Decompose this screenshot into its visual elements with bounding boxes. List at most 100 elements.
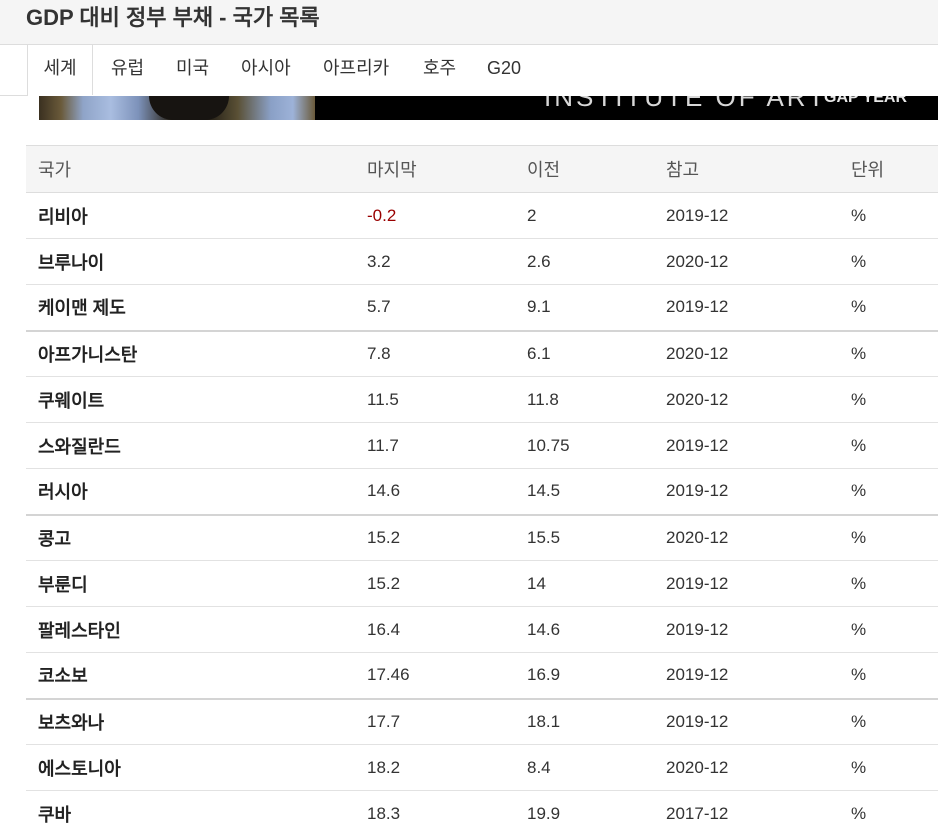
last-value: 17.46	[355, 652, 515, 699]
reference-date: 2019-12	[654, 284, 839, 331]
tab-australia[interactable]: 호주	[423, 45, 456, 95]
unit: %	[839, 606, 938, 653]
table-row: 코소보 17.46 16.9 2019-12 %	[26, 652, 938, 699]
last-value: 17.7	[355, 697, 515, 745]
country-link[interactable]: 에스토니아	[26, 744, 355, 791]
unit: %	[839, 284, 938, 331]
advertisement-banner[interactable]: INSTITUTE OF ART GAP YEAR	[39, 96, 938, 120]
country-link[interactable]: 리비아	[26, 192, 355, 239]
table-row: 팔레스타인 16.4 14.6 2019-12 %	[26, 606, 938, 653]
unit: %	[839, 468, 938, 515]
unit: %	[839, 422, 938, 469]
tab-world[interactable]: 세계	[28, 45, 93, 95]
previous-value: 14.5	[515, 468, 654, 515]
reference-date: 2020-12	[654, 376, 839, 423]
tab-g20[interactable]: G20	[487, 45, 521, 95]
last-value: 11.7	[355, 422, 515, 469]
reference-date: 2019-12	[654, 422, 839, 469]
previous-value: 15.5	[515, 513, 654, 561]
unit: %	[839, 744, 938, 791]
country-table: 국가 마지막 이전 참고 단위 리비아 -0.2 2 2019-12 % 브루나…	[26, 145, 938, 835]
last-value: 14.6	[355, 468, 515, 515]
unit: %	[839, 376, 938, 423]
tab-usa[interactable]: 미국	[176, 45, 209, 95]
reference-date: 2017-12	[654, 790, 839, 835]
country-link[interactable]: 보츠와나	[26, 697, 355, 745]
unit: %	[839, 697, 938, 745]
country-link[interactable]: 팔레스타인	[26, 606, 355, 653]
reference-date: 2019-12	[654, 192, 839, 239]
reference-date: 2019-12	[654, 697, 839, 745]
reference-date: 2019-12	[654, 652, 839, 699]
header-last[interactable]: 마지막	[355, 145, 515, 193]
banner-painting-image	[39, 96, 315, 120]
tab-europe[interactable]: 유럽	[111, 45, 144, 95]
last-value: 7.8	[355, 329, 515, 377]
unit: %	[839, 513, 938, 561]
table-row: 에스토니아 18.2 8.4 2020-12 %	[26, 744, 938, 791]
reference-date: 2020-12	[654, 513, 839, 561]
previous-value: 14.6	[515, 606, 654, 653]
table-row: 콩고 15.2 15.5 2020-12 %	[26, 513, 938, 561]
previous-value: 11.8	[515, 376, 654, 423]
header-country[interactable]: 국가	[26, 145, 355, 193]
previous-value: 8.4	[515, 744, 654, 791]
country-link[interactable]: 아프가니스탄	[26, 329, 355, 377]
previous-value: 9.1	[515, 284, 654, 331]
country-link[interactable]: 브루나이	[26, 238, 355, 285]
table-row: 케이맨 제도 5.7 9.1 2019-12 %	[26, 284, 938, 331]
table-row: 쿠웨이트 11.5 11.8 2020-12 %	[26, 376, 938, 423]
previous-value: 18.1	[515, 697, 654, 745]
previous-value: 16.9	[515, 652, 654, 699]
previous-value: 6.1	[515, 329, 654, 377]
reference-date: 2019-12	[654, 468, 839, 515]
country-link[interactable]: 콩고	[26, 513, 355, 561]
previous-value: 19.9	[515, 790, 654, 835]
tab-africa[interactable]: 아프리카	[323, 45, 389, 95]
country-link[interactable]: 코소보	[26, 652, 355, 699]
last-value: 18.2	[355, 744, 515, 791]
previous-value: 10.75	[515, 422, 654, 469]
reference-date: 2020-12	[654, 329, 839, 377]
header-reference[interactable]: 참고	[654, 145, 839, 193]
table-row: 보츠와나 17.7 18.1 2019-12 %	[26, 697, 938, 745]
table-row: 브루나이 3.2 2.6 2020-12 %	[26, 238, 938, 285]
country-link[interactable]: 쿠웨이트	[26, 376, 355, 423]
unit: %	[839, 560, 938, 607]
reference-date: 2020-12	[654, 744, 839, 791]
table-row: 쿠바 18.3 19.9 2017-12 %	[26, 790, 938, 835]
tab-asia[interactable]: 아시아	[241, 45, 291, 95]
unit: %	[839, 790, 938, 835]
banner-painting-figure	[149, 96, 229, 120]
unit: %	[839, 329, 938, 377]
country-link[interactable]: 스와질란드	[26, 422, 355, 469]
table-row: 러시아 14.6 14.5 2019-12 %	[26, 468, 938, 515]
header-previous[interactable]: 이전	[515, 145, 654, 193]
country-table-wrapper: 국가 마지막 이전 참고 단위 리비아 -0.2 2 2019-12 % 브루나…	[26, 145, 938, 835]
page-title: GDP 대비 정부 부채 - 국가 목록	[26, 5, 320, 30]
previous-value: 14	[515, 560, 654, 607]
unit: %	[839, 192, 938, 239]
banner-text: INSTITUTE OF ART	[544, 96, 827, 112]
country-link[interactable]: 쿠바	[26, 790, 355, 835]
country-link[interactable]: 부룬디	[26, 560, 355, 607]
last-value: 16.4	[355, 606, 515, 653]
last-value: -0.2	[355, 192, 515, 239]
table-header-row: 국가 마지막 이전 참고 단위	[26, 145, 938, 193]
header-unit[interactable]: 단위	[839, 145, 938, 193]
country-link[interactable]: 러시아	[26, 468, 355, 515]
last-value: 18.3	[355, 790, 515, 835]
table-row: 아프가니스탄 7.8 6.1 2020-12 %	[26, 329, 938, 377]
country-link[interactable]: 케이맨 제도	[26, 284, 355, 331]
tab-bar-edge	[0, 45, 28, 96]
last-value: 5.7	[355, 284, 515, 331]
previous-value: 2.6	[515, 238, 654, 285]
region-tabs: 세계 유럽 미국 아시아 아프리카 호주 G20	[0, 45, 938, 96]
unit: %	[839, 238, 938, 285]
page: GDP 대비 정부 부채 - 국가 목록 세계 유럽 미국 아시아 아프리카 호…	[0, 0, 938, 835]
reference-date: 2019-12	[654, 560, 839, 607]
banner-text-secondary: GAP YEAR	[824, 96, 907, 106]
table-row: 스와질란드 11.7 10.75 2019-12 %	[26, 422, 938, 469]
unit: %	[839, 652, 938, 699]
reference-date: 2020-12	[654, 238, 839, 285]
